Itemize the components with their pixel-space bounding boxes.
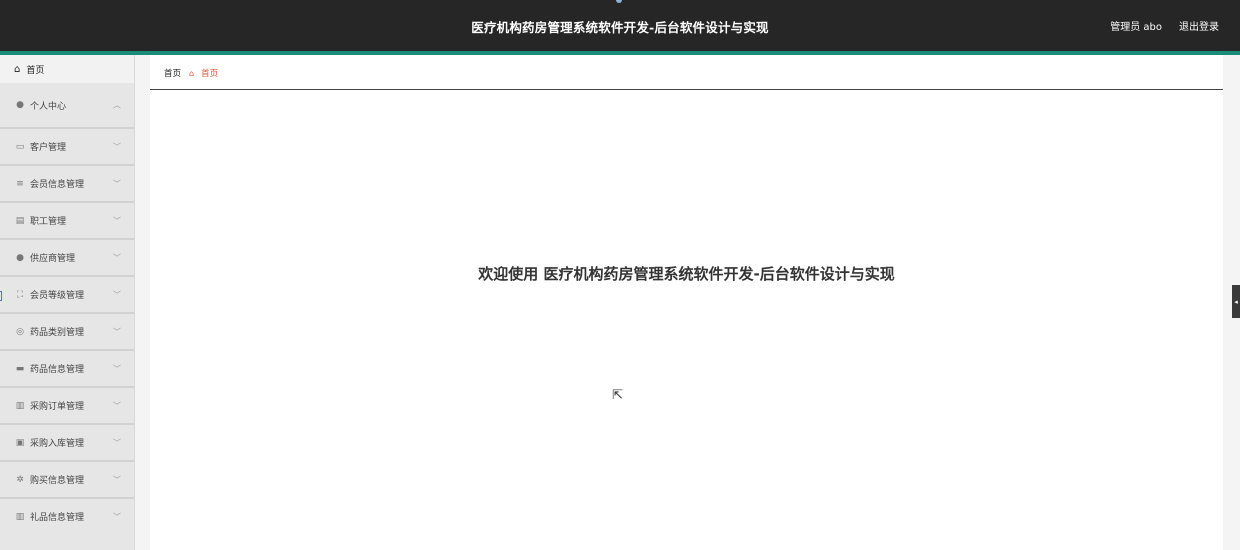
breadcrumb: 首页 ⌂ 首页: [164, 67, 219, 80]
chevron-down-icon: ﹀: [113, 253, 121, 262]
breadcrumb-divider: [150, 89, 1223, 90]
sidebar-item[interactable]: ▣ 采购入库管理 ﹀: [0, 423, 134, 460]
sidebar-item[interactable]: ▥ 礼品信息管理 ﹀: [0, 497, 134, 534]
person-icon: ●: [16, 252, 24, 263]
collapse-handle[interactable]: ◂: [1232, 285, 1240, 318]
clipboard-icon: ▥: [15, 511, 25, 522]
chevron-down-icon: ﹀: [113, 327, 121, 336]
sidebar-item-label: 礼品信息管理: [30, 513, 85, 523]
home-icon: ⌂: [189, 68, 195, 78]
sidebar-item-home[interactable]: ⌂ 首页: [0, 55, 134, 83]
clipboard-icon: ▥: [15, 400, 25, 411]
edge-marker: [0, 291, 2, 301]
sidebar-item-label: 职工管理: [30, 217, 67, 227]
chat-icon: ▭: [15, 141, 25, 152]
compass-icon: ◎: [16, 326, 24, 337]
sidebar-item-label: 药品类别管理: [30, 328, 85, 338]
gear-icon: ✲: [16, 474, 24, 485]
chevron-down-icon: ﹀: [113, 179, 121, 188]
chevron-down-icon: ﹀: [113, 475, 121, 484]
sidebar-item[interactable]: ≡ 会员信息管理 ﹀: [0, 164, 134, 201]
chevron-down-icon: ﹀: [113, 216, 121, 225]
current-user: 管理员 abo: [1110, 22, 1162, 33]
sidebar: ⌂ 首页 ● 个人中心 ︿ ▭ 客户管理 ﹀ ≡ 会员信息管理 ﹀ ▤ 职工管理 ﹀ ● 供应商管理 ﹀ ⛶ 会…: [0, 55, 135, 550]
sidebar-item[interactable]: ✲ 购买信息管理 ﹀: [0, 460, 134, 497]
chevron-down-icon: ﹀: [113, 142, 121, 151]
sidebar-item-label: 药品信息管理: [30, 365, 85, 375]
sidebar-item-label: 个人中心: [30, 101, 67, 112]
sidebar-item[interactable]: ▥ 采购订单管理 ﹀: [0, 386, 134, 423]
briefcase-icon: ▤: [15, 215, 25, 226]
sidebar-item[interactable]: ▬ 药品信息管理 ﹀: [0, 349, 134, 386]
expand-icon: ⛶: [16, 289, 24, 300]
sidebar-item[interactable]: ● 供应商管理 ﹀: [0, 238, 134, 275]
welcome-message: 欢迎使用 医疗机构药房管理系统软件开发-后台软件设计与实现: [478, 265, 895, 283]
chevron-up-icon: ︿: [113, 100, 121, 110]
home-icon: ⌂: [14, 63, 21, 75]
sidebar-item[interactable]: ⛶ 会员等级管理 ﹀: [0, 275, 134, 312]
chevron-down-icon: ﹀: [113, 290, 121, 299]
sidebar-item-label: 客户管理: [30, 143, 67, 153]
monitor-icon: ▬: [15, 363, 25, 374]
app-title: 医疗机构药房管理系统软件开发-后台软件设计与实现: [471, 20, 769, 35]
sidebar-item-label: 会员信息管理: [30, 180, 85, 190]
sidebar-item-label: 采购订单管理: [30, 402, 85, 412]
logout-link[interactable]: 退出登录: [1179, 18, 1219, 33]
sidebar-item-label: 采购入库管理: [30, 439, 85, 449]
sidebar-item-label: 供应商管理: [30, 254, 76, 264]
sidebar-item[interactable]: ● 个人中心 ︿: [0, 83, 134, 127]
tray-icon: ▣: [15, 437, 25, 448]
chevron-down-icon: ﹀: [113, 364, 121, 373]
sidebar-item[interactable]: ▤ 职工管理 ﹀: [0, 201, 134, 238]
list-icon: ≡: [16, 178, 24, 189]
sidebar-item[interactable]: ▭ 客户管理 ﹀: [0, 127, 134, 164]
user-icon: ●: [16, 100, 24, 110]
breadcrumb-root[interactable]: 首页: [164, 67, 181, 79]
chevron-down-icon: ﹀: [113, 438, 121, 447]
chevron-down-icon: ﹀: [113, 401, 121, 410]
sidebar-item-label: 首页: [26, 65, 45, 76]
sidebar-item-label: 会员等级管理: [30, 291, 85, 301]
sidebar-item[interactable]: ◎ 药品类别管理 ﹀: [0, 312, 134, 349]
main-content: 首页 ⌂ 首页 欢迎使用 医疗机构药房管理系统软件开发-后台软件设计与实现: [150, 55, 1223, 550]
chevron-down-icon: ﹀: [113, 512, 121, 521]
top-indicator: [616, 0, 622, 3]
breadcrumb-current: 首页: [201, 69, 219, 79]
sidebar-item-label: 购买信息管理: [30, 476, 85, 486]
mouse-cursor-icon: ⇱: [612, 388, 623, 403]
top-bar: 医疗机构药房管理系统软件开发-后台软件设计与实现 管理员 abo 退出登录: [0, 0, 1240, 55]
